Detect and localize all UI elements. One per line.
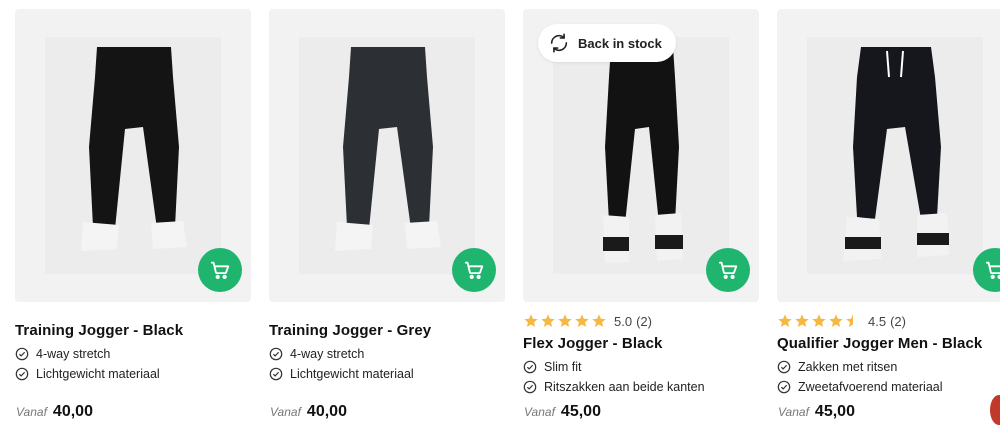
refresh-icon: [550, 33, 568, 53]
badge-text: Back in stock: [578, 35, 662, 51]
feature-item: Slim fit: [523, 357, 759, 377]
star-icon: [592, 314, 606, 327]
product-title[interactable]: Training Jogger - Black: [15, 322, 251, 339]
product-grid: Training Jogger - Black 4-way stretch Li…: [0, 0, 1000, 433]
product-title[interactable]: Qualifier Jogger Men - Black: [777, 335, 1000, 352]
star-icon: [778, 314, 792, 327]
product-image[interactable]: [553, 37, 729, 274]
rating[interactable]: 5.0 (2): [523, 313, 759, 329]
feature-text: 4-way stretch: [290, 347, 365, 361]
feature-list: Zakken met ritsen Zweetafvoerend materia…: [777, 357, 1000, 397]
feature-list: 4-way stretch Lichtgewicht materiaal: [269, 344, 505, 384]
product-card[interactable]: 4.5 (2) Qualifier Jogger Men - Black Zak…: [777, 9, 1000, 433]
star-icon: [829, 314, 843, 327]
feature-item: 4-way stretch: [15, 344, 251, 364]
cart-icon: [464, 261, 484, 279]
check-circle-icon: [269, 347, 283, 361]
rating-score: 4.5: [868, 313, 887, 329]
add-to-cart-button[interactable]: [198, 248, 242, 292]
feature-text: Slim fit: [544, 360, 582, 374]
feature-item: Zweetafvoerend materiaal: [777, 377, 1000, 397]
price: 45,00: [814, 403, 855, 420]
star-rating: [523, 313, 607, 329]
check-circle-icon: [15, 347, 29, 361]
feature-text: 4-way stretch: [36, 347, 111, 361]
rating[interactable]: 4.5 (2): [777, 313, 1000, 329]
feature-text: Zweetafvoerend materiaal: [798, 380, 943, 394]
star-icon: [541, 314, 555, 327]
price-label: Vanaf: [16, 405, 47, 419]
review-count: (2): [890, 313, 906, 329]
product-title[interactable]: Flex Jogger - Black: [523, 335, 759, 352]
star-icon: [524, 314, 538, 327]
product-image-area[interactable]: Back in stock: [523, 9, 759, 302]
check-circle-icon: [777, 360, 791, 374]
product-card[interactable]: Training Jogger - Black 4-way stretch Li…: [15, 9, 251, 433]
review-count: (2): [636, 313, 652, 329]
check-circle-icon: [777, 380, 791, 394]
product-image[interactable]: [299, 37, 475, 274]
product-image[interactable]: [807, 37, 983, 274]
feature-item: Ritszakken aan beide kanten: [523, 377, 759, 397]
product-image[interactable]: [45, 37, 221, 274]
feature-item: Lichtgewicht materiaal: [269, 364, 505, 384]
star-half-icon: [846, 314, 853, 327]
cart-icon: [985, 261, 1000, 279]
check-circle-icon: [523, 360, 537, 374]
feature-item: Lichtgewicht materiaal: [15, 364, 251, 384]
check-circle-icon: [15, 367, 29, 381]
feature-item: Zakken met ritsen: [777, 357, 1000, 377]
back-in-stock-badge: Back in stock: [538, 24, 676, 62]
star-rating: [777, 313, 861, 329]
feature-text: Ritszakken aan beide kanten: [544, 380, 705, 394]
star-icon: [558, 314, 572, 327]
feature-list: Slim fit Ritszakken aan beide kanten: [523, 357, 759, 397]
product-image-area[interactable]: [777, 9, 1000, 302]
check-circle-icon: [523, 380, 537, 394]
price-row: Vanaf 40,00: [16, 403, 93, 421]
price: 40,00: [52, 403, 93, 420]
price-row: Vanaf 40,00: [270, 403, 347, 421]
feature-text: Lichtgewicht materiaal: [290, 367, 414, 381]
price-label: Vanaf: [270, 405, 301, 419]
price: 40,00: [306, 403, 347, 420]
product-image-area[interactable]: [269, 9, 505, 302]
add-to-cart-button[interactable]: [706, 248, 750, 292]
product-card[interactable]: Back in stock 5.0 (2) Flex Jogger - Blac…: [523, 9, 759, 433]
star-icon: [812, 314, 826, 327]
price-row: Vanaf 45,00: [524, 403, 601, 421]
feature-list: 4-way stretch Lichtgewicht materiaal: [15, 344, 251, 384]
feature-text: Lichtgewicht materiaal: [36, 367, 160, 381]
product-image-area[interactable]: [15, 9, 251, 302]
cart-icon: [718, 261, 738, 279]
cart-icon: [210, 261, 230, 279]
price: 45,00: [560, 403, 601, 420]
product-title[interactable]: Training Jogger - Grey: [269, 322, 505, 339]
feature-text: Zakken met ritsen: [798, 360, 898, 374]
price-label: Vanaf: [524, 405, 555, 419]
product-card[interactable]: Training Jogger - Grey 4-way stretch Lic…: [269, 9, 505, 433]
add-to-cart-button[interactable]: [452, 248, 496, 292]
check-circle-icon: [269, 367, 283, 381]
star-icon: [575, 314, 589, 327]
rating-score: 5.0: [614, 313, 633, 329]
price-label: Vanaf: [778, 405, 809, 419]
price-row: Vanaf 45,00: [778, 403, 855, 421]
feature-item: 4-way stretch: [269, 344, 505, 364]
star-icon: [795, 314, 809, 327]
